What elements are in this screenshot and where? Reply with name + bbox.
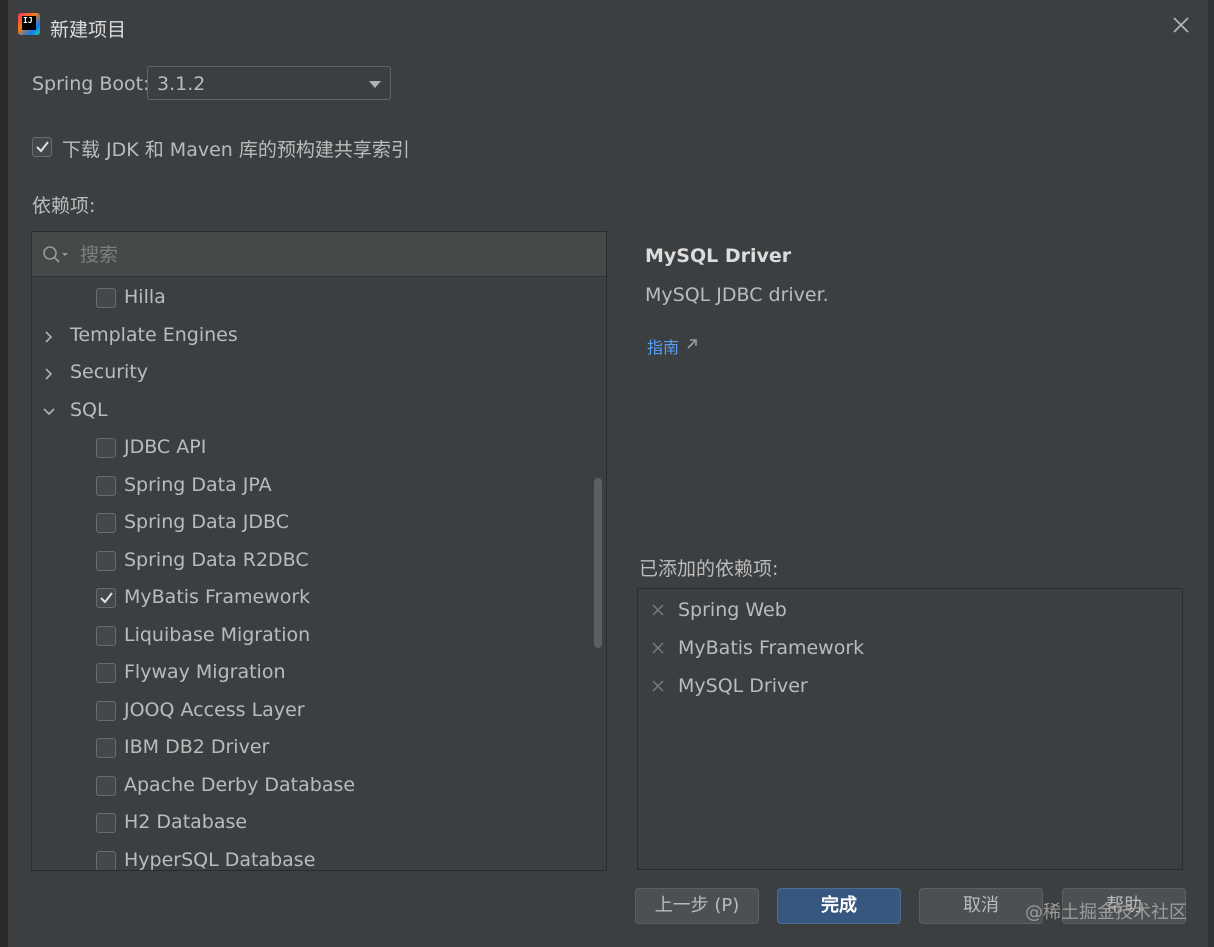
added-item-label: MyBatis Framework <box>678 637 865 659</box>
dependency-label: HyperSQL Database <box>124 848 316 871</box>
shared-index-checkbox[interactable] <box>32 137 52 157</box>
dependency-search-input[interactable] <box>78 241 592 269</box>
dependencies-label: 依赖项: <box>32 195 96 217</box>
dependency-item[interactable]: Liquibase Migration <box>32 618 592 654</box>
added-item: MySQL Driver <box>638 669 1178 705</box>
dependency-item[interactable]: Spring Data R2DBC <box>32 543 592 579</box>
dependency-label: IBM DB2 Driver <box>124 736 270 758</box>
dependency-checkbox[interactable] <box>96 438 116 458</box>
dependency-item[interactable]: Spring Data JDBC <box>32 505 592 541</box>
dependency-label: Liquibase Migration <box>124 623 311 646</box>
spring-boot-version-select[interactable]: 3.1.2 <box>147 66 391 100</box>
tree-group-security[interactable]: Security <box>32 355 592 391</box>
dependency-label: Spring Data JDBC <box>124 511 289 533</box>
dependency-checkbox[interactable] <box>96 738 116 758</box>
dependency-checkbox[interactable] <box>96 850 116 870</box>
dependency-checkbox[interactable] <box>96 663 116 683</box>
shared-index-label: 下载 JDK 和 Maven 库的预构建共享索引 <box>62 139 410 161</box>
dependency-checkbox[interactable] <box>96 625 116 646</box>
background-editor-strip-right <box>1208 0 1214 947</box>
chevron-down-icon[interactable] <box>42 405 56 419</box>
dependency-label: JDBC API <box>124 436 207 458</box>
tree-group-label: SQL <box>70 398 108 421</box>
dependency-label: Spring Data JPA <box>124 473 272 496</box>
watermark: @稀土掘金技术社区 <box>1025 902 1187 923</box>
dependency-checkbox[interactable] <box>96 588 116 608</box>
added-item-label: MySQL Driver <box>678 675 808 697</box>
background-editor-strip <box>0 0 8 947</box>
tree-group-template-engines[interactable]: Template Engines <box>32 318 592 354</box>
dependency-checkbox[interactable] <box>96 550 116 571</box>
dependency-checkbox[interactable] <box>96 700 116 721</box>
dependency-title: MySQL Driver <box>645 245 792 267</box>
dependency-label: Spring Data R2DBC <box>124 548 309 571</box>
intellij-logo-icon: IJ <box>18 13 40 35</box>
dependency-item[interactable]: H2 Database <box>32 805 592 841</box>
search-bar <box>32 232 606 277</box>
dependency-item[interactable]: JDBC API <box>32 430 592 466</box>
remove-icon[interactable] <box>652 642 664 654</box>
checkmark-icon <box>36 141 49 153</box>
external-link-icon <box>687 339 697 349</box>
spring-boot-version-value: 3.1.2 <box>157 73 206 95</box>
added-dependencies-label: 已添加的依赖项: <box>639 558 779 580</box>
dependency-item[interactable]: Hilla <box>32 280 592 316</box>
dependency-item[interactable]: Spring Data JPA <box>32 468 592 504</box>
dependency-checkbox[interactable] <box>96 288 116 308</box>
dependency-checkbox[interactable] <box>96 513 116 533</box>
remove-icon[interactable] <box>652 604 664 616</box>
dependency-checkbox[interactable] <box>96 813 116 833</box>
checkmark-icon <box>100 592 113 604</box>
search-icon <box>43 246 68 263</box>
tree-group-label: Template Engines <box>70 323 238 346</box>
dependency-item[interactable]: Flyway Migration <box>32 655 592 691</box>
chevron-right-icon[interactable] <box>42 367 56 381</box>
dependency-checkbox[interactable] <box>96 775 116 796</box>
finish-button[interactable]: 完成 <box>777 888 901 924</box>
remove-icon[interactable] <box>652 680 664 692</box>
dependency-item[interactable]: Apache Derby Database <box>32 768 592 804</box>
dependency-label: Flyway Migration <box>124 661 286 683</box>
added-item: MyBatis Framework <box>638 631 1178 667</box>
chevron-right-icon[interactable] <box>42 330 56 344</box>
dependency-item[interactable]: HyperSQL Database <box>32 843 592 871</box>
dependency-label: H2 Database <box>124 811 248 833</box>
dependency-label: Apache Derby Database <box>124 773 356 796</box>
dropdown-arrow-icon <box>369 81 381 88</box>
dependencies-tree: Hilla Template Engines Security SQL JDBC API… <box>31 231 607 871</box>
title-bar: IJ 新建项目 <box>8 4 1208 48</box>
dialog-title: 新建项目 <box>50 19 127 41</box>
tree-scrollbar[interactable] <box>594 478 602 648</box>
added-item: Spring Web <box>638 593 1178 629</box>
guide-link[interactable]: 指南 <box>647 334 679 358</box>
spring-boot-label: Spring Boot: <box>32 73 150 95</box>
dependency-item[interactable]: JOOQ Access Layer <box>32 693 592 729</box>
dependency-description: MySQL JDBC driver. <box>645 284 829 306</box>
dependency-label: JOOQ Access Layer <box>124 698 305 721</box>
dependency-label: Hilla <box>124 286 166 308</box>
new-project-dialog: IJ 新建项目 Spring Boot: 3.1.2 下载 JDK 和 Mave… <box>8 4 1208 940</box>
dependency-item[interactable]: IBM DB2 Driver <box>32 730 592 766</box>
added-item-label: Spring Web <box>678 599 787 621</box>
dependency-checkbox[interactable] <box>96 475 116 496</box>
tree-group-label: Security <box>70 361 149 383</box>
tree-group-sql[interactable]: SQL <box>32 393 592 429</box>
close-icon[interactable] <box>1170 14 1192 36</box>
previous-button[interactable]: 上一步 (P) <box>635 888 759 924</box>
dependency-item[interactable]: MyBatis Framework <box>32 580 592 616</box>
added-dependencies-list: Spring Web MyBatis Framework MySQL Drive… <box>637 588 1183 870</box>
dependency-label: MyBatis Framework <box>124 586 311 608</box>
